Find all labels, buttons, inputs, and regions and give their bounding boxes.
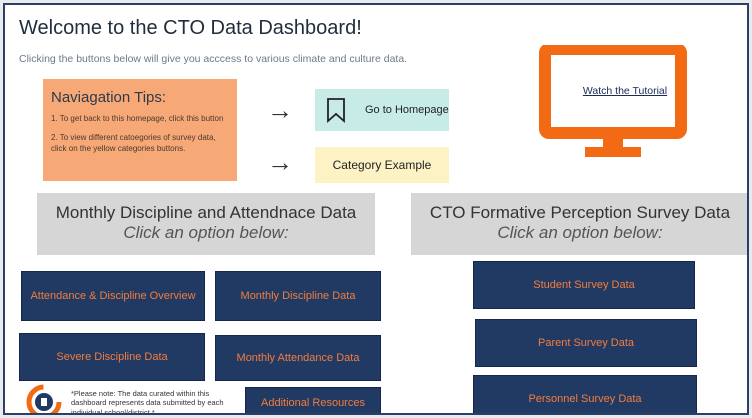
attendance-discipline-overview-button[interactable]: Attendance & Discipline Overview — [21, 271, 205, 321]
cto-logo-icon — [26, 384, 62, 413]
bookmark-icon — [327, 98, 345, 123]
survey-section-title: CTO Formative Perception Survey Data — [429, 203, 731, 222]
tip-categories: 2. To view different catoegories of surv… — [51, 133, 216, 153]
student-survey-button[interactable]: Student Survey Data — [473, 261, 695, 309]
navigation-tips-panel: Naviagation Tips: 1. To get back to this… — [43, 79, 237, 181]
watch-tutorial-link[interactable]: Watch the Tutorial — [567, 85, 683, 97]
right-arrow-icon: → — [267, 95, 293, 125]
tip-homepage: 1. To get back to this homepage, click t… — [51, 114, 224, 123]
home-button-label: Go to Homepage — [365, 104, 449, 116]
right-arrow-icon: → — [267, 147, 293, 177]
additional-resources-button[interactable]: Additional Resources — [245, 387, 381, 413]
category-example-button[interactable]: Category Example — [315, 147, 449, 183]
personnel-survey-button[interactable]: Personnel Survey Data — [473, 375, 697, 413]
page-title: Welcome to the CTO Data Dashboard! — [19, 17, 362, 39]
discipline-section-subtitle: Click an option below: — [123, 223, 289, 242]
severe-discipline-button[interactable]: Severe Discipline Data — [19, 333, 205, 381]
go-to-homepage-button[interactable]: Go to Homepage — [315, 89, 449, 131]
tips-heading: Naviagation Tips: — [51, 89, 167, 106]
survey-section-subtitle: Click an option below: — [497, 223, 663, 242]
monthly-discipline-button[interactable]: Monthly Discipline Data — [215, 271, 381, 321]
survey-section-header: CTO Formative Perception Survey Data Cli… — [411, 193, 747, 255]
monthly-attendance-button[interactable]: Monthly Attendance Data — [215, 335, 381, 381]
parent-survey-button[interactable]: Parent Survey Data — [475, 319, 697, 367]
data-disclaimer-note: *Please note: The data curated within th… — [71, 389, 224, 415]
discipline-section-header: Monthly Discipline and Attendnace Data C… — [37, 193, 375, 255]
discipline-section-title: Monthly Discipline and Attendnace Data — [55, 203, 357, 222]
dashboard-frame: Welcome to the CTO Data Dashboard! Click… — [3, 3, 749, 415]
page-subtitle: Clicking the buttons below will give you… — [19, 53, 408, 65]
monitor-icon — [539, 45, 687, 157]
